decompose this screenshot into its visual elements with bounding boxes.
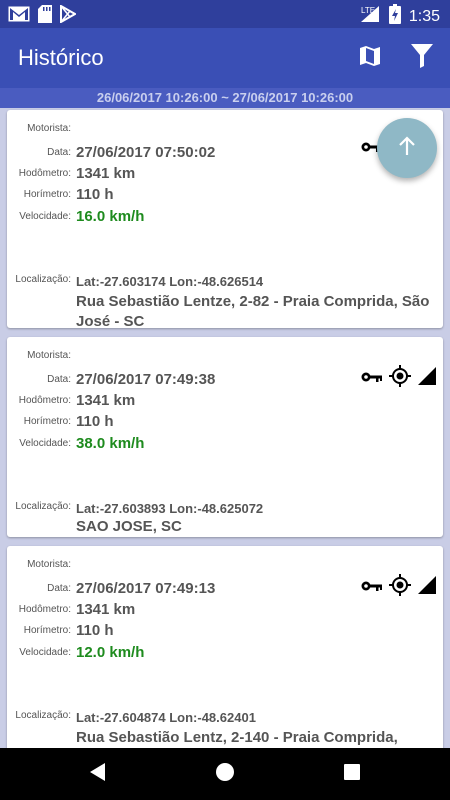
date-value: 27/06/2017 07:49:13 — [76, 580, 216, 597]
hourmeter-value: 110 h — [76, 413, 114, 430]
hourmeter-label: Horímetro: — [23, 189, 71, 200]
speed-value: 38.0 km/h — [76, 435, 145, 452]
speed-label: Velocidade: — [19, 438, 71, 449]
recents-icon — [343, 763, 361, 786]
location-label: Localização: — [15, 710, 71, 721]
back-icon — [89, 762, 107, 787]
battery-icon — [388, 4, 401, 29]
signal-icon: LTE — [359, 5, 381, 28]
location-label: Localização: — [15, 274, 71, 285]
play-store-icon — [60, 4, 78, 28]
coordinates-value: Lat:-27.604874 Lon:-48.62401 — [76, 710, 256, 725]
page-title: Histórico — [18, 45, 104, 70]
back-button[interactable] — [86, 762, 110, 786]
date-range: 26/06/2017 10:26:00 ~ 27/06/2017 10:26:0… — [0, 88, 450, 108]
filter-icon — [411, 43, 433, 73]
date-value: 27/06/2017 07:50:02 — [76, 144, 216, 161]
clock: 1:35 — [408, 7, 440, 25]
status-icons — [361, 365, 437, 392]
history-card[interactable]: Motorista: Data: 27/06/2017 07:49:13 Hod… — [7, 546, 443, 748]
status-bar: LTE 1:35 — [0, 0, 450, 28]
odometer-label: Hodômetro: — [18, 604, 71, 615]
speed-label: Velocidade: — [19, 647, 71, 658]
date-label: Data: — [47, 147, 71, 158]
hourmeter-value: 110 h — [76, 186, 114, 203]
system-icons: LTE 1:35 — [359, 4, 440, 29]
gps-icon — [389, 574, 411, 601]
odometer-value: 1341 km — [76, 392, 136, 409]
driver-label: Motorista: — [27, 559, 71, 570]
app-bar: Histórico — [0, 28, 450, 88]
sd-card-icon — [38, 5, 52, 28]
location-label: Localização: — [15, 501, 71, 512]
hourmeter-label: Horímetro: — [23, 416, 71, 427]
filter-button[interactable] — [406, 42, 438, 74]
signal-icon — [417, 366, 437, 391]
odometer-label: Hodômetro: — [18, 395, 71, 406]
history-list[interactable]: Motorista: Data: 27/06/2017 07:50:02 Hod… — [0, 108, 450, 748]
odometer-value: 1341 km — [76, 165, 136, 182]
notification-icons — [8, 4, 78, 28]
speed-value: 12.0 km/h — [76, 644, 145, 661]
odometer-label: Hodômetro: — [18, 168, 71, 179]
key-icon — [361, 370, 383, 388]
home-button[interactable] — [213, 762, 237, 786]
scroll-top-button[interactable] — [377, 118, 437, 178]
coordinates-value: Lat:-27.603893 Lon:-48.625072 — [76, 501, 264, 516]
date-label: Data: — [47, 583, 71, 594]
arrow-up-icon — [396, 135, 418, 162]
signal-icon — [417, 575, 437, 600]
recents-button[interactable] — [340, 762, 364, 786]
address-value: Rua Sebastião Lentz, 2-140 - Praia Compr… — [76, 729, 398, 746]
gmail-icon — [8, 6, 30, 27]
coordinates-value: Lat:-27.603174 Lon:-48.626514 — [76, 274, 264, 289]
driver-label: Motorista: — [27, 350, 71, 361]
hourmeter-value: 110 h — [76, 622, 114, 639]
key-icon — [361, 579, 383, 597]
navigation-bar — [0, 748, 450, 800]
address-value: Rua Sebastião Lentze, 2-82 - Praia Compr… — [76, 293, 430, 330]
address-value: SAO JOSE, SC — [76, 518, 182, 535]
date-value: 27/06/2017 07:49:38 — [76, 371, 216, 388]
odometer-value: 1341 km — [76, 601, 136, 618]
history-card[interactable]: Motorista: Data: 27/06/2017 07:49:38 Hod… — [7, 337, 443, 537]
speed-value: 16.0 km/h — [76, 208, 145, 225]
status-icons — [361, 574, 437, 601]
speed-label: Velocidade: — [19, 211, 71, 222]
home-icon — [215, 762, 235, 787]
driver-label: Motorista: — [27, 123, 71, 134]
map-icon — [359, 45, 381, 72]
hourmeter-label: Horímetro: — [23, 625, 71, 636]
map-button[interactable] — [354, 42, 386, 74]
network-type: LTE — [361, 6, 375, 15]
date-label: Data: — [47, 374, 71, 385]
gps-icon — [389, 365, 411, 392]
